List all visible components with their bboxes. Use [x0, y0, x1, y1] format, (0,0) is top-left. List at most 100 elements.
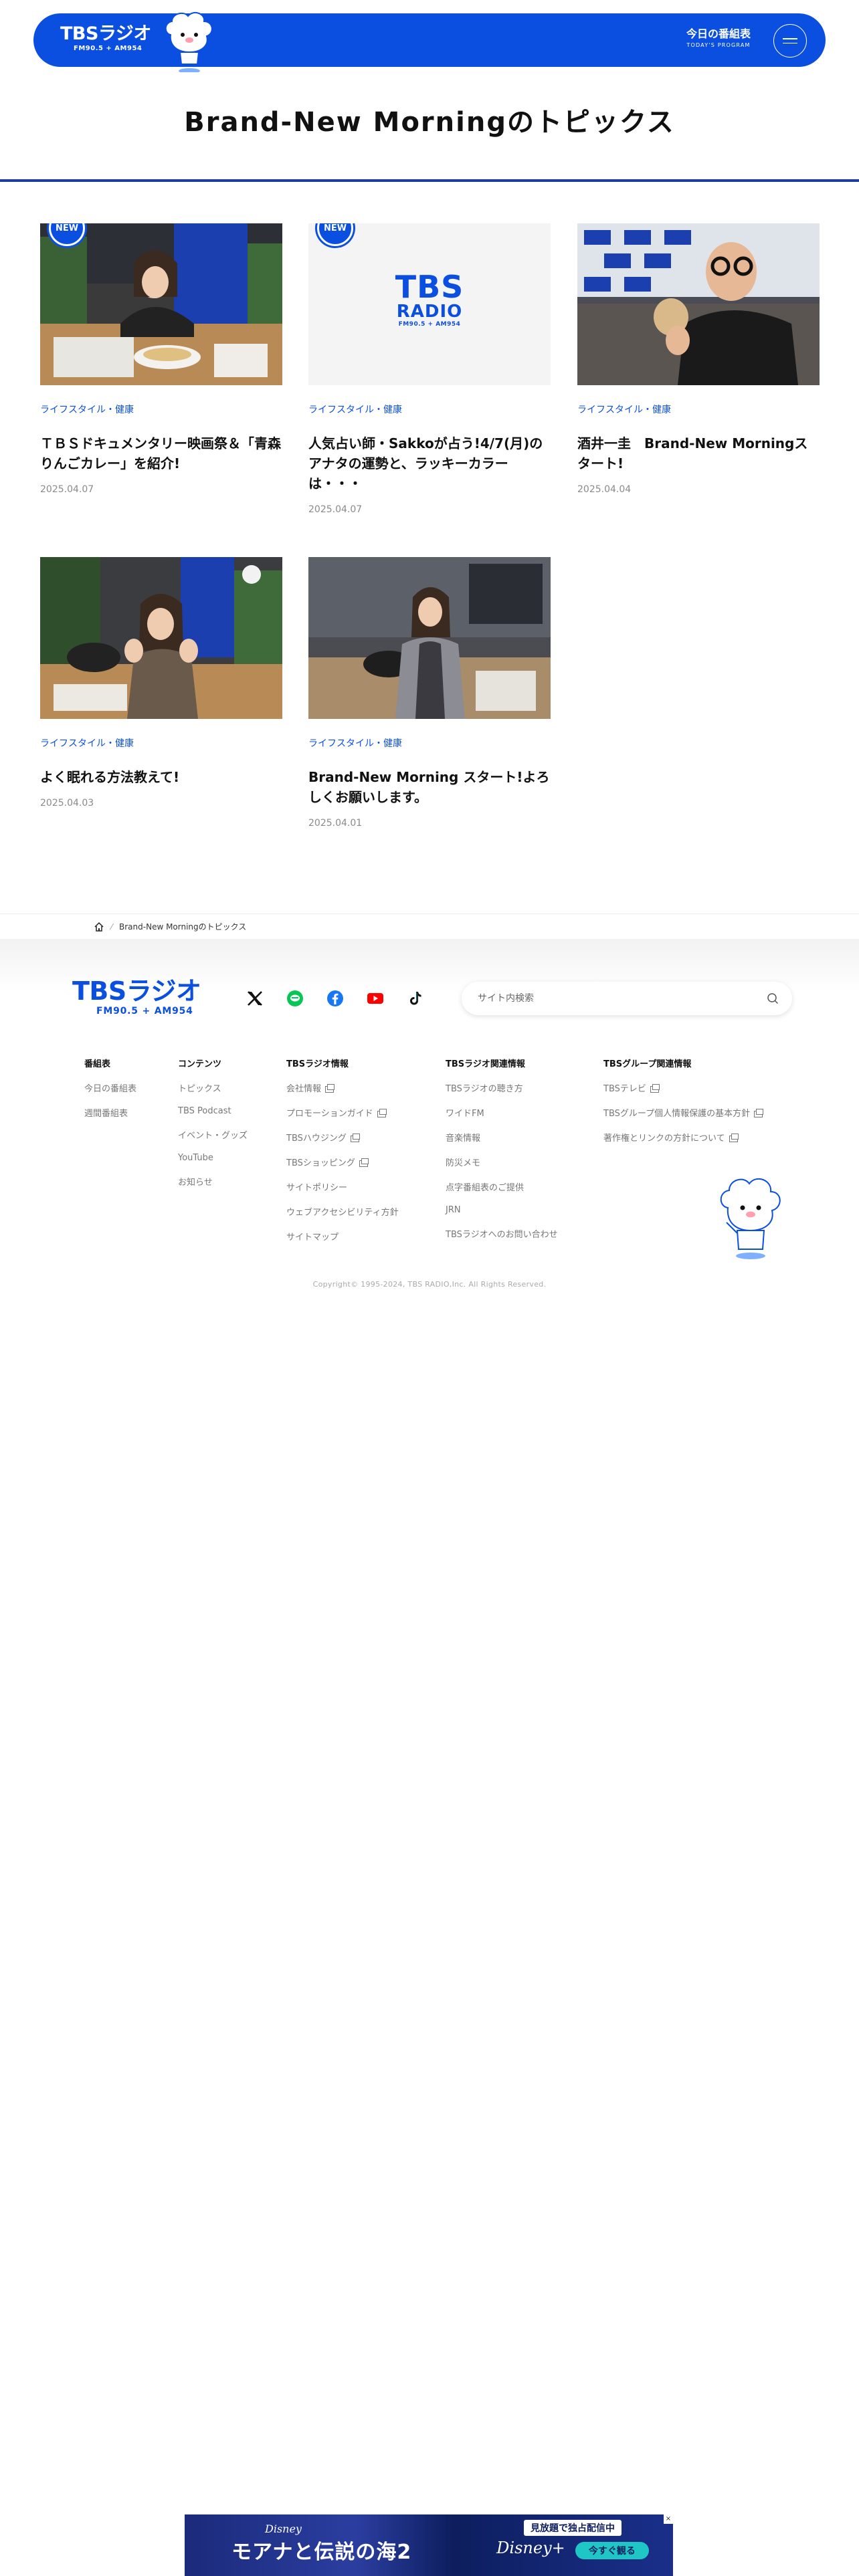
footer-link-external[interactable]: TBSテレビ	[603, 1081, 763, 1094]
footer-link-external[interactable]: 著作権とリンクの方針について	[603, 1131, 763, 1144]
article-card[interactable]: TBS RADIO FM90.5 + AM954 NEW ライフスタイル・健康 …	[308, 223, 551, 515]
footer-link[interactable]: お知らせ	[178, 1175, 248, 1188]
footer-link-external[interactable]: TBSショッピング	[286, 1156, 399, 1168]
article-card[interactable]: ライフスタイル・健康 よく眠れる方法教えて! 2025.04.03	[40, 557, 282, 809]
site-footer: TBSラジオ FM90.5 + AM954 番組表 今日の番組表 週間番組表 コ…	[0, 939, 859, 1313]
article-thumbnail[interactable]: TBS RADIO FM90.5 + AM954 NEW	[308, 223, 551, 385]
footer-logo[interactable]: TBSラジオ FM90.5 + AM954	[72, 978, 201, 1016]
menu-icon-line	[783, 42, 797, 44]
footer-link-external[interactable]: TBSハウジング	[286, 1131, 399, 1144]
footer-logo-text: TBSラジオ	[72, 976, 201, 1006]
footer-column-heading: コンテンツ	[178, 1059, 222, 1069]
article-thumbnail[interactable]	[577, 223, 820, 385]
footer-link-label: プロモーションガイド	[286, 1109, 373, 1119]
article-thumbnail[interactable]: NEW	[40, 223, 282, 385]
article-title[interactable]: 人気占い師・Sakkoが占う!4/7(月)のアナタの運勢と、ラッキーカラーは・・…	[308, 433, 551, 494]
footer-link[interactable]: 防災メモ	[446, 1156, 558, 1168]
footer-link-label: TBSショッピング	[286, 1158, 355, 1168]
footer-column-heading: TBSラジオ関連情報	[446, 1059, 525, 1069]
page-title: Brand-New Morningのトピックス	[184, 107, 675, 138]
footer-link[interactable]: サイトポリシー	[286, 1180, 399, 1193]
footer-link-external[interactable]: 会社情報	[286, 1081, 399, 1094]
article-date: 2025.04.01	[308, 818, 363, 829]
footer-link[interactable]: 点字番組表のご提供	[446, 1180, 558, 1193]
footer-link[interactable]: ワイドFM	[446, 1106, 558, 1119]
footer-link-external[interactable]: TBSグループ個人情報保護の基本方針	[603, 1106, 764, 1119]
footer-column-group-info: TBSグループ関連情報 TBSテレビ TBSグループ個人情報保護の基本方針 著作…	[603, 1057, 764, 1156]
article-category[interactable]: ライフスタイル・健康	[40, 736, 282, 750]
external-link-icon	[350, 1133, 360, 1142]
article-title[interactable]: 酒井一圭 Brand-New Morningスタート!	[577, 433, 820, 473]
footer-link[interactable]: TBSラジオへのお問い合わせ	[446, 1227, 558, 1240]
article-category[interactable]: ライフスタイル・健康	[40, 403, 282, 416]
footer-link-label: TBSグループ個人情報保護の基本方針	[603, 1109, 751, 1119]
article-card[interactable]: ライフスタイル・健康 酒井一圭 Brand-New Morningスタート! 2…	[577, 223, 820, 495]
article-category[interactable]: ライフスタイル・健康	[308, 403, 551, 416]
facebook-icon[interactable]	[326, 990, 344, 1007]
footer-column-tbs-radio-info: TBSラジオ情報 会社情報 プロモーションガイド TBSハウジング TBSショッ…	[286, 1057, 399, 1255]
home-icon[interactable]	[94, 922, 104, 932]
article-card[interactable]: ライフスタイル・健康 Brand-New Morning スタート!よろしくお願…	[308, 557, 551, 829]
footer-column-contents: コンテンツ トピックス TBS Podcast イベント・グッズ YouTube…	[178, 1057, 248, 1200]
tbs-radio-logo: TBS RADIO FM90.5 + AM954	[308, 272, 551, 328]
footer-link[interactable]: トピックス	[178, 1081, 248, 1094]
article-thumbnail[interactable]	[308, 557, 551, 719]
todays-program-sublabel: TODAY'S PROGRAM	[686, 42, 751, 48]
ad-left-panel: Disney モアナと伝説の海2	[231, 2523, 411, 2565]
article-date: 2025.04.03	[40, 798, 94, 809]
footer-link[interactable]: YouTube	[178, 1153, 248, 1163]
footer-column-schedule: 番組表 今日の番組表 週間番組表	[84, 1057, 136, 1131]
todays-program-link[interactable]: 今日の番組表 TODAY'S PROGRAM	[686, 27, 751, 49]
external-link-icon	[754, 1108, 764, 1117]
footer-link-label: TBSテレビ	[603, 1084, 646, 1094]
header-logo-text: TBSラジオ	[60, 23, 151, 44]
youtube-icon[interactable]	[367, 990, 384, 1007]
thumbnail-logo-sub: RADIO	[396, 302, 463, 322]
article-thumbnail[interactable]	[40, 557, 282, 719]
footer-link[interactable]: ウェブアクセシビリティ方針	[286, 1205, 399, 1218]
thumbnail-logo-frequency: FM90.5 + AM954	[398, 321, 461, 328]
ad-tagline: 見放題で独占配信中	[524, 2520, 622, 2536]
ad-banner[interactable]: Disney モアナと伝説の海2 見放題で独占配信中 Disney+ 今すぐ観る…	[185, 2514, 673, 2576]
footer-link[interactable]: JRN	[446, 1205, 558, 1215]
article-date: 2025.04.07	[40, 484, 94, 495]
external-link-icon	[377, 1108, 387, 1117]
article-card[interactable]: NEW ライフスタイル・健康 ＴＢＳドキュメンタリー映画祭＆「青森りんごカレー」…	[40, 223, 282, 495]
article-date: 2025.04.04	[577, 484, 632, 495]
menu-button[interactable]	[773, 24, 807, 58]
ad-title: モアナと伝説の海2	[231, 2541, 412, 2564]
search-icon[interactable]	[767, 992, 779, 1004]
article-title[interactable]: よく眠れる方法教えて!	[40, 767, 282, 787]
tiktok-icon[interactable]	[407, 990, 424, 1007]
footer-logo-frequency: FM90.5 + AM954	[96, 1006, 193, 1016]
ad-right-panel: 見放題で独占配信中 Disney+ 今すぐ観る	[479, 2520, 666, 2559]
new-badge: NEW	[317, 223, 353, 246]
footer-link[interactable]: 週間番組表	[84, 1106, 136, 1119]
ad-disney-logo: Disney	[265, 2523, 302, 2535]
mascot-icon	[165, 11, 213, 72]
article-date: 2025.04.07	[308, 504, 363, 515]
footer-link[interactable]: 音楽情報	[446, 1131, 558, 1144]
search-input[interactable]	[478, 993, 745, 1004]
footer-link[interactable]: サイトマップ	[286, 1230, 399, 1243]
footer-column-heading: TBSグループ関連情報	[603, 1059, 692, 1069]
menu-icon	[783, 37, 797, 39]
external-link-icon	[325, 1083, 335, 1093]
footer-link[interactable]: 今日の番組表	[84, 1081, 136, 1094]
line-icon[interactable]	[286, 990, 304, 1007]
site-header: TBSラジオ FM90.5 + AM954 今日の番組表 TODAY'S PRO…	[33, 11, 826, 72]
x-twitter-icon[interactable]	[246, 990, 264, 1007]
ad-watch-now-button[interactable]: 今すぐ観る	[575, 2541, 649, 2559]
article-title[interactable]: Brand-New Morning スタート!よろしくお願いします。	[308, 767, 551, 807]
footer-column-related-info: TBSラジオ関連情報 TBSラジオの聴き方 ワイドFM 音楽情報 防災メモ 点字…	[446, 1057, 558, 1252]
article-category[interactable]: ライフスタイル・健康	[577, 403, 820, 416]
footer-column-heading: 番組表	[84, 1059, 111, 1069]
header-logo[interactable]: TBSラジオ FM90.5 + AM954	[60, 23, 151, 53]
footer-link-external[interactable]: プロモーションガイド	[286, 1106, 399, 1119]
footer-link[interactable]: TBSラジオの聴き方	[446, 1081, 558, 1094]
article-category[interactable]: ライフスタイル・健康	[308, 736, 551, 750]
ad-close-icon[interactable]: ×	[664, 2514, 673, 2524]
footer-link[interactable]: イベント・グッズ	[178, 1128, 248, 1141]
footer-link[interactable]: TBS Podcast	[178, 1106, 248, 1116]
article-title[interactable]: ＴＢＳドキュメンタリー映画祭＆「青森りんごカレー」を紹介!	[40, 433, 282, 473]
